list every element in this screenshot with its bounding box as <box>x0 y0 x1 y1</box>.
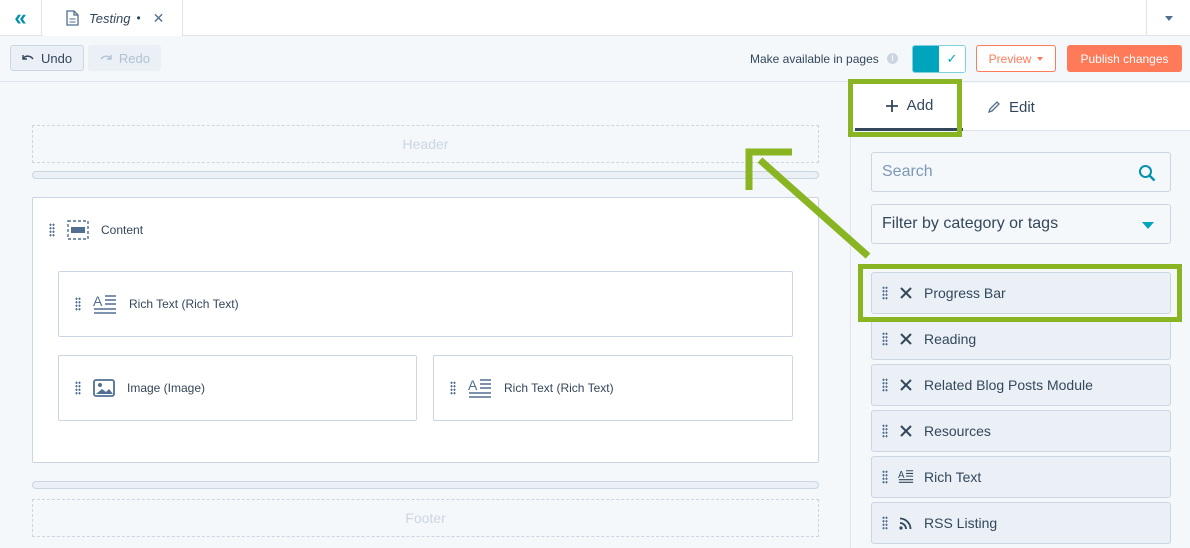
highlight-add-tab <box>848 79 962 137</box>
drag-handle-icon[interactable] <box>49 223 55 237</box>
content-header: Content <box>49 220 143 240</box>
category-filter-select[interactable]: Filter by category or tags <box>871 204 1171 244</box>
drag-handle-icon[interactable] <box>75 297 81 311</box>
redo-icon <box>100 55 112 60</box>
toggle-on-segment <box>913 46 939 72</box>
list-item-label: Related Blog Posts Module <box>924 377 1093 393</box>
tab-bar: « Testing • ✕ <box>0 0 1190 36</box>
list-item-label: Resources <box>924 423 991 439</box>
content-region[interactable]: Content A Rich Text (Rich Text) Image (I… <box>32 197 819 463</box>
dnd-row-bar[interactable] <box>32 481 819 489</box>
image-icon <box>93 379 115 397</box>
x-icon <box>900 425 912 437</box>
pencil-icon <box>987 101 1000 114</box>
section-icon <box>67 220 89 240</box>
highlight-progress-bar-item <box>858 264 1182 322</box>
check-icon: ✓ <box>939 46 965 72</box>
collapse-sidebar-icon[interactable]: « <box>0 0 42 36</box>
drag-handle-icon[interactable] <box>75 381 81 395</box>
redo-label: Redo <box>118 50 150 66</box>
content-label: Content <box>101 223 144 237</box>
tab-label: Testing <box>89 10 131 26</box>
redo-button[interactable]: Redo <box>88 45 161 71</box>
close-tab-icon[interactable]: ✕ <box>153 10 165 27</box>
module-rich-text[interactable]: A Rich Text (Rich Text) <box>433 355 793 421</box>
document-icon <box>66 10 79 26</box>
layout-canvas: Header Content A Rich Text (Rich Text) I… <box>0 83 850 548</box>
list-item-resources[interactable]: Resources <box>871 410 1171 452</box>
drag-handle-icon[interactable] <box>882 424 888 438</box>
drag-handle-icon[interactable] <box>882 378 888 392</box>
dnd-row-bar[interactable] <box>32 171 819 179</box>
tab-edit[interactable]: Edit <box>987 83 1047 131</box>
x-icon <box>900 333 912 345</box>
chevron-down-icon <box>1164 15 1173 21</box>
svg-text:A: A <box>93 293 103 309</box>
module-label: Rich Text (Rich Text) <box>129 297 239 311</box>
unsaved-dot: • <box>136 11 141 25</box>
rich-text-icon: A <box>93 293 116 314</box>
rich-text-icon: A <box>898 470 914 483</box>
list-item-related-blog-posts[interactable]: Related Blog Posts Module <box>871 364 1171 406</box>
publish-changes-button[interactable]: Publish changes <box>1067 45 1182 72</box>
list-item-rss-listing[interactable]: RSS Listing <box>871 502 1171 544</box>
search-icon[interactable] <box>1138 164 1156 182</box>
list-item-label: Rich Text <box>924 469 982 485</box>
x-icon <box>900 379 912 391</box>
module-label: Rich Text (Rich Text) <box>504 381 614 395</box>
tab-testing[interactable]: Testing • ✕ <box>43 0 183 36</box>
module-label: Image (Image) <box>127 381 206 395</box>
list-item-label: Reading <box>924 331 977 347</box>
search-input[interactable] <box>872 153 1170 191</box>
drag-handle-icon[interactable] <box>450 381 456 395</box>
header-region[interactable]: Header <box>32 125 819 163</box>
list-item-rich-text[interactable]: A Rich Text <box>871 456 1171 498</box>
preview-label: Preview <box>988 51 1032 66</box>
availability-toggle[interactable]: ✓ <box>912 45 966 73</box>
filter-label: Filter by category or tags <box>882 215 1059 232</box>
drag-handle-icon[interactable] <box>882 470 888 484</box>
info-icon[interactable]: i <box>887 53 898 64</box>
tabs-dropdown-button[interactable] <box>1146 0 1190 36</box>
drag-handle-icon[interactable] <box>882 516 888 530</box>
preview-button[interactable]: Preview <box>976 45 1056 72</box>
module-image[interactable]: Image (Image) <box>58 355 417 421</box>
list-item-label: RSS Listing <box>924 515 998 531</box>
module-rich-text[interactable]: A Rich Text (Rich Text) <box>58 271 793 337</box>
chevron-down-icon <box>1142 222 1154 229</box>
rss-icon <box>899 517 912 530</box>
footer-region[interactable]: Footer <box>32 499 819 537</box>
editor-toolbar: Undo Redo Make available in pages i ✓ Pr… <box>0 36 1190 82</box>
svg-text:A: A <box>468 377 478 393</box>
drag-handle-icon[interactable] <box>882 332 888 346</box>
undo-label: Undo <box>41 50 73 66</box>
tab-edit-label: Edit <box>1009 98 1035 116</box>
list-item-reading[interactable]: Reading <box>871 318 1171 360</box>
availability-label: Make available in pages <box>750 52 879 66</box>
rich-text-icon: A <box>468 377 491 398</box>
undo-icon <box>22 55 34 60</box>
undo-button[interactable]: Undo <box>10 45 84 71</box>
chevron-down-icon <box>1037 56 1044 61</box>
module-search <box>871 152 1171 192</box>
